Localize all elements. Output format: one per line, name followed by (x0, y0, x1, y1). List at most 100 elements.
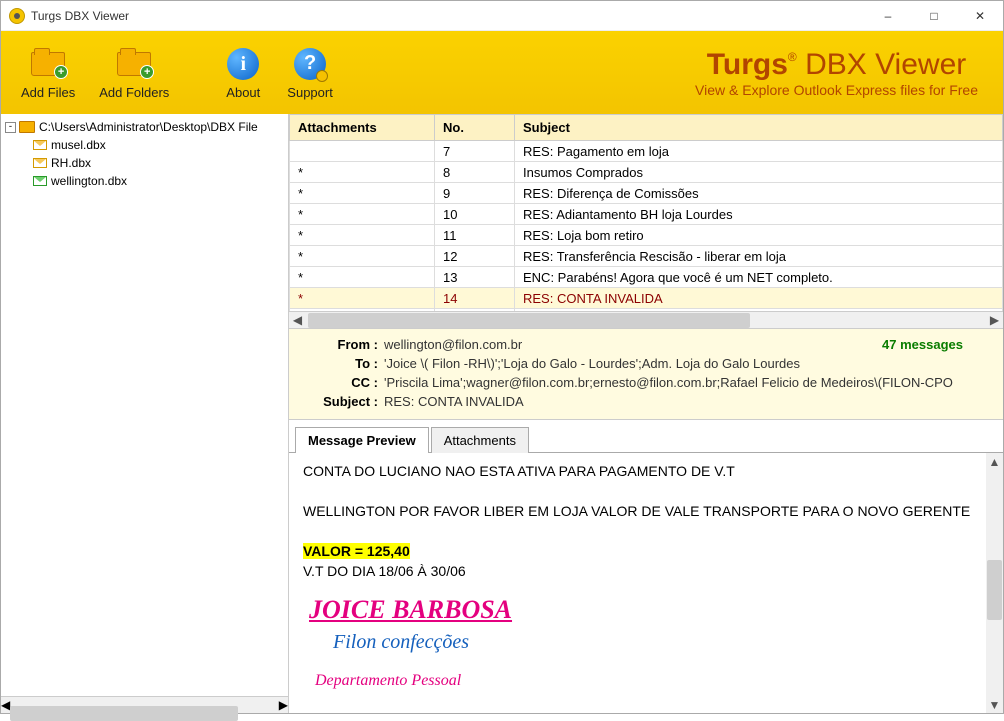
cell-no: 14 (435, 288, 515, 309)
scroll-right-icon[interactable]: ▶ (986, 312, 1003, 329)
to-value: 'Joice \( Filon -RH\)';'Loja do Galo - L… (384, 356, 993, 371)
cell-subject: ENC: Parabéns! Agora que você é um NET c… (515, 267, 1003, 288)
tree-item[interactable]: RH.dbx (3, 154, 287, 172)
message-list[interactable]: Attachments No. Subject 7RES: Pagamento … (289, 114, 1003, 311)
body-highlight: VALOR = 125,40 (303, 543, 410, 559)
add-files-button[interactable]: + Add Files (9, 39, 87, 106)
cell-att: * (290, 183, 435, 204)
help-icon: ? (294, 48, 326, 80)
cell-no: 11 (435, 225, 515, 246)
cell-no: 9 (435, 183, 515, 204)
table-row[interactable]: *13ENC: Parabéns! Agora que você é um NE… (290, 267, 1003, 288)
support-label: Support (287, 85, 333, 100)
table-row[interactable]: *11RES: Loja bom retiro (290, 225, 1003, 246)
preview-tabs: Message Preview Attachments (289, 420, 1003, 453)
folder-icon: + (117, 52, 151, 76)
add-folders-label: Add Folders (99, 85, 169, 100)
tree-root-label: C:\Users\Administrator\Desktop\DBX File (39, 120, 258, 134)
cell-subject: RES: Adiantamento BH loja Lourdes (515, 204, 1003, 225)
collapse-icon[interactable]: - (5, 122, 16, 133)
tab-message-preview[interactable]: Message Preview (295, 427, 429, 453)
mail-icon (33, 158, 47, 168)
minimize-button[interactable]: – (865, 1, 911, 31)
scroll-down-icon[interactable]: ▼ (986, 696, 1003, 713)
cell-no: 7 (435, 141, 515, 162)
cell-att (290, 141, 435, 162)
right-pane: Attachments No. Subject 7RES: Pagamento … (289, 114, 1003, 713)
maximize-button[interactable]: □ (911, 1, 957, 31)
tree-item[interactable]: musel.dbx (3, 136, 287, 154)
cell-att: * (290, 267, 435, 288)
table-row[interactable]: 7RES: Pagamento em loja (290, 141, 1003, 162)
from-label: From : (299, 337, 384, 352)
table-row[interactable]: *14RES: CONTA INVALIDA (290, 288, 1003, 309)
scrollbar-thumb[interactable] (987, 560, 1002, 620)
table-row[interactable]: *12RES: Transferência Rescisão - liberar… (290, 246, 1003, 267)
table-row[interactable]: *9RES: Diferença de Comissões (290, 183, 1003, 204)
cell-subject: RES: Pagamento em loja (515, 141, 1003, 162)
subject-label: Subject : (299, 394, 384, 409)
brand-tagline: View & Explore Outlook Express files for… (695, 82, 978, 98)
subject-value: RES: CONTA INVALIDA (384, 394, 993, 409)
message-list-pane: Attachments No. Subject 7RES: Pagamento … (289, 114, 1003, 329)
table-row[interactable]: *8Insumos Comprados (290, 162, 1003, 183)
list-scrollbar[interactable]: ◀ ▶ (289, 311, 1003, 328)
support-button[interactable]: ? Support (275, 39, 345, 106)
cc-value: 'Priscila Lima';wagner@filon.com.br;erne… (384, 375, 993, 390)
tab-attachments[interactable]: Attachments (431, 427, 529, 453)
scroll-right-icon[interactable]: ▶ (279, 698, 288, 712)
scroll-up-icon[interactable]: ▲ (986, 453, 1003, 470)
cell-subject: RES: Transferência Rescisão - liberar em… (515, 246, 1003, 267)
app-window: Turgs DBX Viewer – □ ✕ + Add Files + Add… (0, 0, 1004, 714)
toolbar: + Add Files + Add Folders i About ? Supp… (1, 31, 1003, 114)
folder-tree[interactable]: - C:\Users\Administrator\Desktop\DBX Fil… (1, 114, 289, 696)
add-files-label: Add Files (21, 85, 75, 100)
message-headers: From : wellington@filon.com.br 47 messag… (289, 329, 1003, 420)
tree-root[interactable]: - C:\Users\Administrator\Desktop\DBX Fil… (3, 118, 287, 136)
tree-item[interactable]: wellington.dbx (3, 172, 287, 190)
tree-item-label: musel.dbx (51, 138, 106, 152)
close-button[interactable]: ✕ (957, 1, 1003, 31)
brand-logo: Turgs® DBX Viewer View & Explore Outlook… (695, 48, 978, 98)
info-icon: i (227, 48, 259, 80)
cell-att: * (290, 246, 435, 267)
app-icon (9, 8, 25, 24)
tree-item-label: RH.dbx (51, 156, 91, 170)
signature-dept: Departamento Pessoal (315, 672, 972, 690)
scroll-left-icon[interactable]: ◀ (1, 698, 10, 712)
cell-subject: RES: CONTA INVALIDA (515, 288, 1003, 309)
main-area: - C:\Users\Administrator\Desktop\DBX Fil… (1, 114, 1003, 713)
body-line: CONTA DO LUCIANO NAO ESTA ATIVA PARA PAG… (303, 463, 972, 479)
col-subject[interactable]: Subject (515, 115, 1003, 141)
cell-no: 8 (435, 162, 515, 183)
cell-subject: RES: Loja bom retiro (515, 225, 1003, 246)
about-label: About (226, 85, 260, 100)
brand-name: Turgs (707, 48, 788, 81)
col-attachments[interactable]: Attachments (290, 115, 435, 141)
table-row[interactable]: *10RES: Adiantamento BH loja Lourdes (290, 204, 1003, 225)
add-folders-button[interactable]: + Add Folders (87, 39, 181, 106)
cc-label: CC : (299, 375, 384, 390)
cell-att: * (290, 225, 435, 246)
body-line: WELLINGTON POR FAVOR LIBER EM LOJA VALOR… (303, 503, 972, 519)
tree-item-label: wellington.dbx (51, 174, 127, 188)
tree-scrollbar[interactable]: ◀ ▶ (1, 696, 288, 713)
scroll-left-icon[interactable]: ◀ (289, 312, 306, 329)
message-body[interactable]: CONTA DO LUCIANO NAO ESTA ATIVA PARA PAG… (289, 453, 986, 713)
cell-no: 13 (435, 267, 515, 288)
message-count: 47 messages (882, 337, 963, 352)
col-no[interactable]: No. (435, 115, 515, 141)
brand-product: DBX Viewer (797, 48, 967, 81)
cell-att: * (290, 204, 435, 225)
preview-scrollbar[interactable]: ▲ ▼ (986, 453, 1003, 713)
preview-pane: CONTA DO LUCIANO NAO ESTA ATIVA PARA PAG… (289, 453, 1003, 713)
cell-subject: Insumos Comprados (515, 162, 1003, 183)
mail-icon (33, 176, 47, 186)
cell-att: * (290, 162, 435, 183)
cell-no: 12 (435, 246, 515, 267)
scrollbar-thumb[interactable] (308, 313, 750, 328)
cell-att: * (290, 288, 435, 309)
about-button[interactable]: i About (211, 39, 275, 106)
signature-name: JOICE BARBOSA (309, 595, 972, 625)
body-line: V.T DO DIA 18/06 À 30/06 (303, 563, 972, 579)
